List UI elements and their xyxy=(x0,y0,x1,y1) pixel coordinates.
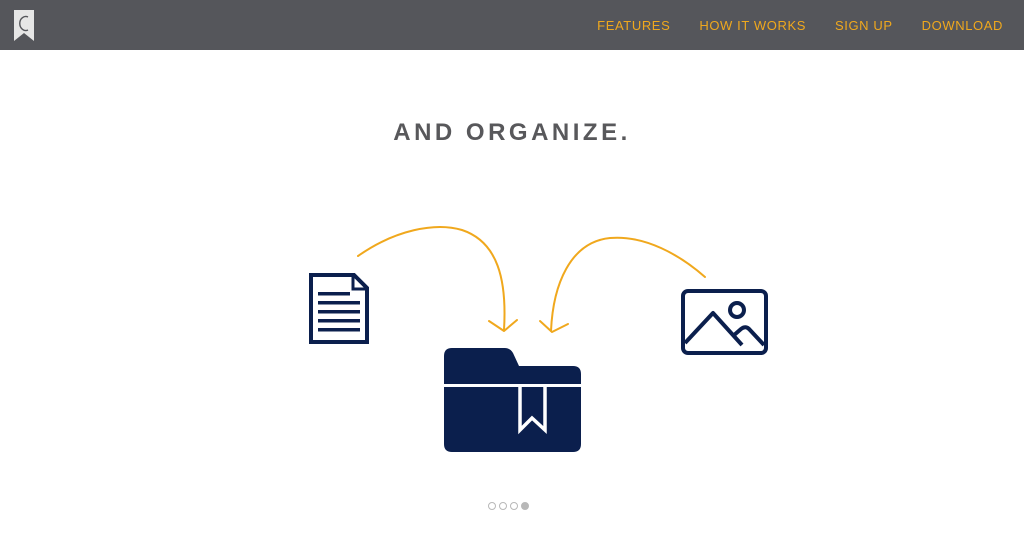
folder-bookmark-icon xyxy=(444,348,581,452)
carousel-dot[interactable] xyxy=(510,502,518,510)
carousel-dot[interactable] xyxy=(499,502,507,510)
carousel-dot-active[interactable] xyxy=(521,502,529,510)
image-icon xyxy=(681,289,768,355)
document-icon xyxy=(309,273,369,344)
organize-illustration xyxy=(309,226,768,452)
carousel-indicators xyxy=(488,502,529,510)
curved-arrow-icon xyxy=(357,226,518,332)
carousel-dot[interactable] xyxy=(488,502,496,510)
curved-arrow-icon xyxy=(539,236,706,333)
